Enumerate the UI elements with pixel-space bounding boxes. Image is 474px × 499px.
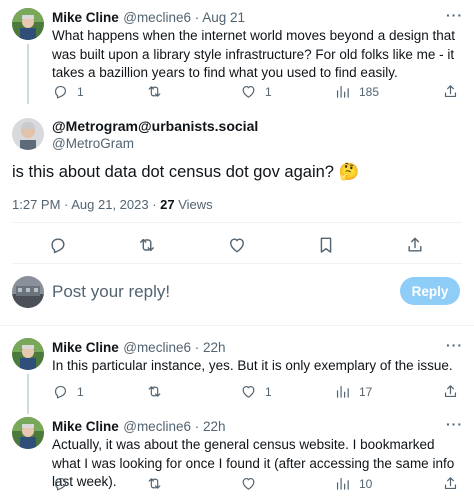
reply-icon <box>48 235 68 255</box>
reply-input[interactable]: Post your reply! <box>52 282 170 302</box>
main-tweet-text: is this about data dot census dot gov ag… <box>12 163 360 181</box>
views-button[interactable]: 185 <box>334 83 379 100</box>
reply-submit-button[interactable]: Reply <box>400 277 460 305</box>
share-icon <box>442 383 459 400</box>
avatar[interactable] <box>12 118 44 150</box>
avatar-metrogram-image <box>12 118 44 150</box>
views-icon <box>334 83 351 100</box>
like-icon <box>240 383 257 400</box>
avatar <box>12 276 44 308</box>
views-total: 27 Views <box>160 197 213 212</box>
share-icon <box>442 475 459 492</box>
bookmark-button[interactable] <box>316 235 336 255</box>
avatar-current-user-image <box>12 276 44 308</box>
reply-button[interactable]: 1 <box>52 383 84 400</box>
like-count: 1 <box>265 84 272 99</box>
views-total-count: 27 <box>160 197 175 212</box>
reply-count: 1 <box>77 84 84 99</box>
avatar-mike-cline-image <box>12 338 44 370</box>
share-button[interactable] <box>442 383 459 400</box>
retweet-button[interactable] <box>146 83 171 100</box>
author-name[interactable]: @Metrogram@urbanists.social <box>52 118 258 134</box>
avatar-mike-cline-image <box>12 8 44 40</box>
views-button[interactable]: 17 <box>334 383 372 400</box>
main-tweet-timestamp: 1:27 PM · Aug 21, 2023 · 27 Views <box>12 197 213 212</box>
author-handle[interactable]: @MetroGram <box>52 136 258 151</box>
tweet-text: In this particular instance, yes. But it… <box>52 358 453 373</box>
author-name[interactable]: Mike Cline <box>52 419 119 434</box>
tweet-header: Mike Cline @mecline6 · Aug 21 <box>52 9 245 27</box>
bookmark-icon <box>316 235 336 255</box>
more-icon[interactable]: ··· <box>446 337 463 353</box>
views-count: 10 <box>359 476 373 491</box>
like-icon <box>240 83 257 100</box>
share-button[interactable] <box>442 83 459 100</box>
tweet-header: Mike Cline @mecline6 · 22h <box>52 339 226 357</box>
divider <box>12 222 462 223</box>
like-icon <box>240 475 257 492</box>
views-count: 17 <box>359 384 373 399</box>
views-count: 185 <box>359 84 380 99</box>
like-button[interactable]: 1 <box>240 383 272 400</box>
reply-icon <box>52 475 69 492</box>
retweet-button[interactable] <box>137 235 157 255</box>
share-button[interactable] <box>405 235 425 255</box>
more-icon[interactable]: ··· <box>446 416 463 432</box>
like-button[interactable] <box>227 235 247 255</box>
avatar[interactable] <box>12 338 44 370</box>
retweet-button[interactable] <box>146 475 171 492</box>
divider <box>12 263 462 264</box>
reply-icon <box>52 383 69 400</box>
retweet-icon <box>146 383 163 400</box>
share-icon <box>405 235 425 255</box>
timestamp[interactable]: 1:27 PM · Aug 21, 2023 · <box>12 197 160 212</box>
retweet-icon <box>146 475 163 492</box>
like-count: 1 <box>265 384 272 399</box>
thread-line <box>27 44 29 104</box>
like-button[interactable] <box>240 475 265 492</box>
author-handle-date[interactable]: @mecline6 · Aug 21 <box>123 10 245 25</box>
tweet-text: What happens when the internet world mov… <box>52 28 456 80</box>
avatar[interactable] <box>12 8 44 40</box>
views-button[interactable]: 10 <box>334 475 372 492</box>
retweet-icon <box>137 235 157 255</box>
author-handle-date[interactable]: @mecline6 · 22h <box>123 340 225 355</box>
share-icon <box>442 83 459 100</box>
more-icon[interactable]: ··· <box>446 7 463 23</box>
share-button[interactable] <box>442 475 459 492</box>
retweet-icon <box>146 83 163 100</box>
author-name[interactable]: Mike Cline <box>52 340 119 355</box>
divider <box>0 325 474 326</box>
like-button[interactable]: 1 <box>240 83 272 100</box>
reply-icon <box>52 83 69 100</box>
views-icon <box>334 383 351 400</box>
tweet-header: Mike Cline @mecline6 · 22h <box>52 418 226 436</box>
author-handle-date[interactable]: @mecline6 · 22h <box>123 419 225 434</box>
reply-button[interactable]: 1 <box>52 83 84 100</box>
views-total-label: Views <box>174 197 213 212</box>
views-icon <box>334 475 351 492</box>
author-name[interactable]: Mike Cline <box>52 10 119 25</box>
reply-button[interactable] <box>48 235 68 255</box>
like-icon <box>227 235 247 255</box>
avatar[interactable] <box>12 417 44 449</box>
thread-line <box>27 374 29 414</box>
reply-count: 1 <box>77 384 84 399</box>
main-author: @Metrogram@urbanists.social @MetroGram <box>52 118 258 151</box>
avatar-mike-cline-image <box>12 417 44 449</box>
retweet-button[interactable] <box>146 383 171 400</box>
reply-button[interactable] <box>52 475 77 492</box>
